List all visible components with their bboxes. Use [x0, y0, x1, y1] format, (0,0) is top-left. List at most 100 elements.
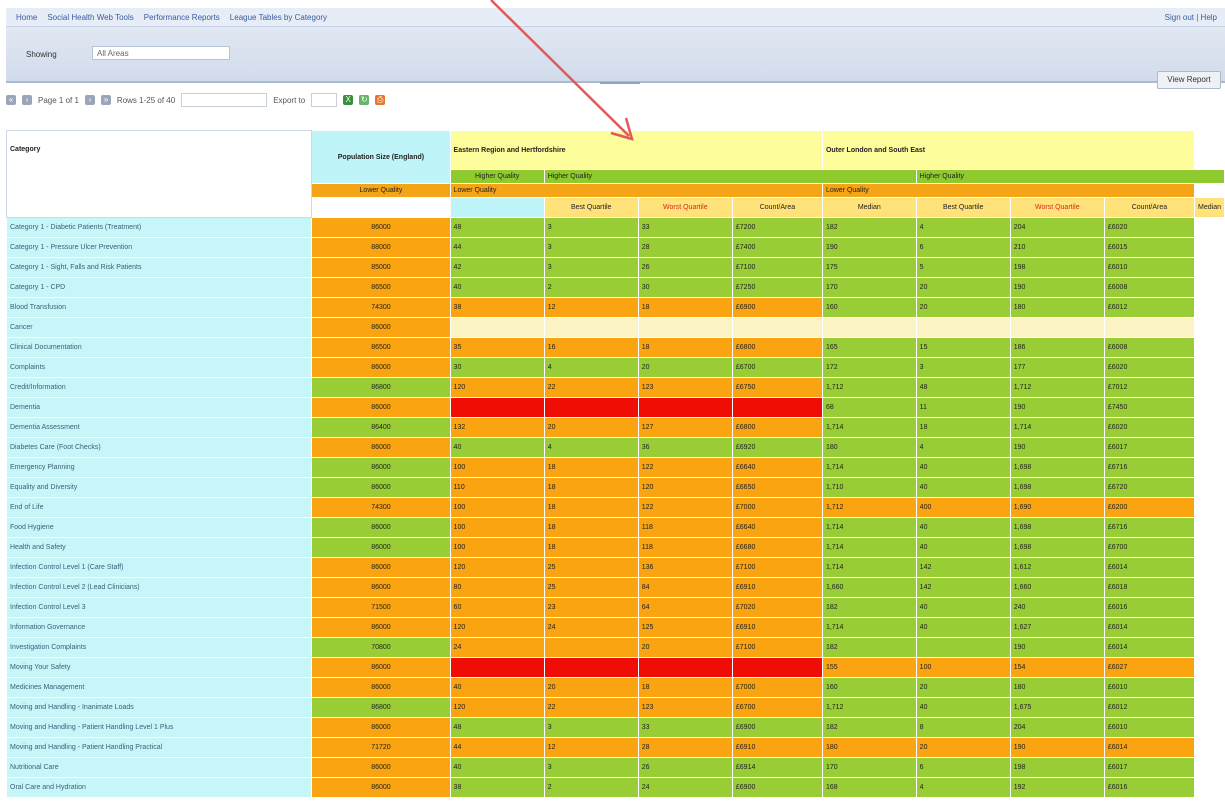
- category-cell[interactable]: Oral Care and Hydration: [5, 777, 313, 798]
- table-row: Dementia 86000 68 11 190 £7450: [5, 397, 1225, 418]
- population-cell: 86000: [311, 677, 451, 698]
- region-2-value-cell: 20: [915, 297, 1011, 318]
- category-header-spacer: [311, 197, 451, 218]
- region-2-value-cell: £6010: [1103, 677, 1196, 698]
- category-cell[interactable]: Food Hygiene: [5, 517, 313, 538]
- region-1-value-cell: 3: [543, 717, 639, 738]
- r2-count-header[interactable]: Count/Area: [1103, 197, 1196, 218]
- region-1-value-cell: 26: [637, 257, 733, 278]
- account-links[interactable]: Sign out | Help: [1165, 13, 1217, 22]
- category-cell[interactable]: Health and Safety: [5, 537, 313, 558]
- excel-icon[interactable]: X: [343, 95, 354, 105]
- population-cell: 86000: [311, 217, 451, 238]
- r1-best-quartile-header[interactable]: Best Quartile: [543, 197, 639, 218]
- category-cell[interactable]: Infection Control Level 2 (Lead Clinicia…: [5, 577, 313, 598]
- find-field[interactable]: [181, 93, 268, 107]
- population-header[interactable]: Population Size (England): [311, 130, 451, 184]
- category-cell[interactable]: Medicines Management: [5, 677, 313, 698]
- region-1-value-cell: 18: [543, 477, 639, 498]
- region-2-value-cell: £6014: [1103, 637, 1196, 658]
- region-2-value-cell: 1,712: [821, 697, 917, 718]
- filter-panel: Showing View Report: [6, 27, 1225, 89]
- category-cell[interactable]: Infection Control Level 3: [5, 597, 313, 618]
- r2-worst-quartile-header[interactable]: Worst Quartile: [1009, 197, 1105, 218]
- region-2-header: Outer London and South East: [821, 130, 1196, 170]
- category-cell[interactable]: Information Governance: [5, 617, 313, 638]
- category-cell[interactable]: Infection Control Level 1 (Care Staff): [5, 557, 313, 578]
- region-1-value-cell: 25: [543, 557, 639, 578]
- breadcrumb-reports[interactable]: Performance Reports: [144, 13, 220, 22]
- category-cell[interactable]: Equality and Diversity: [5, 477, 313, 498]
- category-cell[interactable]: Dementia Assessment: [5, 417, 313, 438]
- region-2-value-cell: £6014: [1103, 617, 1196, 638]
- region-2-value-cell: 4: [915, 777, 1011, 798]
- region-1-value-cell: £6900: [731, 777, 823, 798]
- category-cell[interactable]: Moving and Handling - Inanimate Loads: [5, 697, 313, 718]
- region-1-value-cell: 30: [449, 357, 545, 378]
- breadcrumb-current[interactable]: League Tables by Category: [230, 13, 327, 22]
- category-cell[interactable]: Category 1 - Sight, Falls and Risk Patie…: [5, 257, 313, 278]
- category-cell[interactable]: Emergency Planning: [5, 457, 313, 478]
- region-1-value-cell: £6800: [731, 337, 823, 358]
- region-1-value-cell: £7100: [731, 257, 823, 278]
- region-2-value-cell: 198: [1009, 757, 1105, 778]
- area-filter-input[interactable]: [92, 46, 230, 60]
- next-page-icon[interactable]: ›: [84, 95, 95, 105]
- r1-median-header[interactable]: Median: [821, 197, 917, 218]
- prev-page-icon[interactable]: ‹: [22, 95, 32, 105]
- r1-worst-quartile-header[interactable]: Worst Quartile: [637, 197, 733, 218]
- table-row: Category 1 - Pressure Ulcer Prevention 88…: [5, 237, 1225, 258]
- region-1-value-cell: £7400: [731, 237, 823, 258]
- region-1-value-cell: 20: [637, 637, 733, 658]
- region-2-value-cell: 182: [821, 217, 917, 238]
- breadcrumb-home[interactable]: Home: [16, 13, 37, 22]
- first-page-icon[interactable]: «: [6, 95, 16, 105]
- region-2-value-cell: £6010: [1103, 717, 1196, 738]
- category-cell[interactable]: Category 1 - Diabetic Patients (Treatmen…: [5, 217, 313, 238]
- population-cell: 86000: [311, 717, 451, 738]
- r2-best-quartile-header[interactable]: Best Quartile: [915, 197, 1011, 218]
- region-1-value-cell: 120: [449, 617, 545, 638]
- category-cell[interactable]: Dementia: [5, 397, 313, 418]
- last-page-icon[interactable]: »: [100, 95, 111, 105]
- category-cell[interactable]: Category 1 - CPD: [5, 277, 313, 298]
- category-cell[interactable]: Cancer: [5, 317, 313, 338]
- population-cell: 86000: [311, 437, 451, 458]
- refresh-icon[interactable]: ↻: [359, 95, 370, 105]
- category-cell[interactable]: Moving and Handling - Patient Handling P…: [5, 737, 313, 758]
- category-cell[interactable]: End of Life: [5, 497, 313, 518]
- region-2-value-cell: 6: [915, 757, 1011, 778]
- region-1-value-cell: 125: [637, 617, 733, 638]
- category-header[interactable]: Category: [5, 130, 313, 218]
- region-2-value-cell: 18: [915, 417, 1011, 438]
- r1-count-header[interactable]: Count/Area: [731, 197, 823, 218]
- category-cell[interactable]: Moving and Handling - Patient Handling L…: [5, 717, 313, 738]
- category-cell[interactable]: Complaints: [5, 357, 313, 378]
- category-cell[interactable]: Diabetes Care (Foot Checks): [5, 437, 313, 458]
- category-cell[interactable]: Category 1 - Pressure Ulcer Prevention: [5, 237, 313, 258]
- region-1-value-cell: [543, 657, 639, 678]
- region-2-value-cell: 1,698: [1009, 537, 1105, 558]
- category-cell[interactable]: Investigation Complaints: [5, 637, 313, 658]
- region-1-value-cell: [731, 397, 823, 418]
- print-icon[interactable]: ⎙: [375, 95, 386, 105]
- region-1-value-cell: 3: [543, 237, 639, 258]
- filter-label: Showing: [26, 50, 57, 59]
- category-cell[interactable]: Moving Your Safety: [5, 657, 313, 678]
- category-cell[interactable]: Blood Transfusion: [5, 297, 313, 318]
- region-2-value-cell: [1009, 317, 1105, 338]
- category-cell[interactable]: Credit/Information: [5, 377, 313, 398]
- population-cell: 86000: [311, 357, 451, 378]
- region-2-value-cell: 4: [915, 437, 1011, 458]
- panel-splitter[interactable]: [600, 82, 640, 84]
- r2-median-header[interactable]: Median: [1194, 197, 1225, 218]
- region-2-value-cell: 1,612: [1009, 557, 1105, 578]
- region-1-value-cell: 118: [637, 517, 733, 538]
- export-format-select[interactable]: [311, 93, 338, 107]
- breadcrumb-tools[interactable]: Social Health Web Tools: [47, 13, 133, 22]
- category-cell[interactable]: Nutritional Care: [5, 757, 313, 778]
- category-cell[interactable]: Clinical Documentation: [5, 337, 313, 358]
- view-report-button[interactable]: View Report: [1157, 71, 1221, 89]
- region-1-value-cell: 18: [543, 537, 639, 558]
- table-row: Nutritional Care 86000 40 3 26 £6914 170 6 198 £6…: [5, 757, 1225, 778]
